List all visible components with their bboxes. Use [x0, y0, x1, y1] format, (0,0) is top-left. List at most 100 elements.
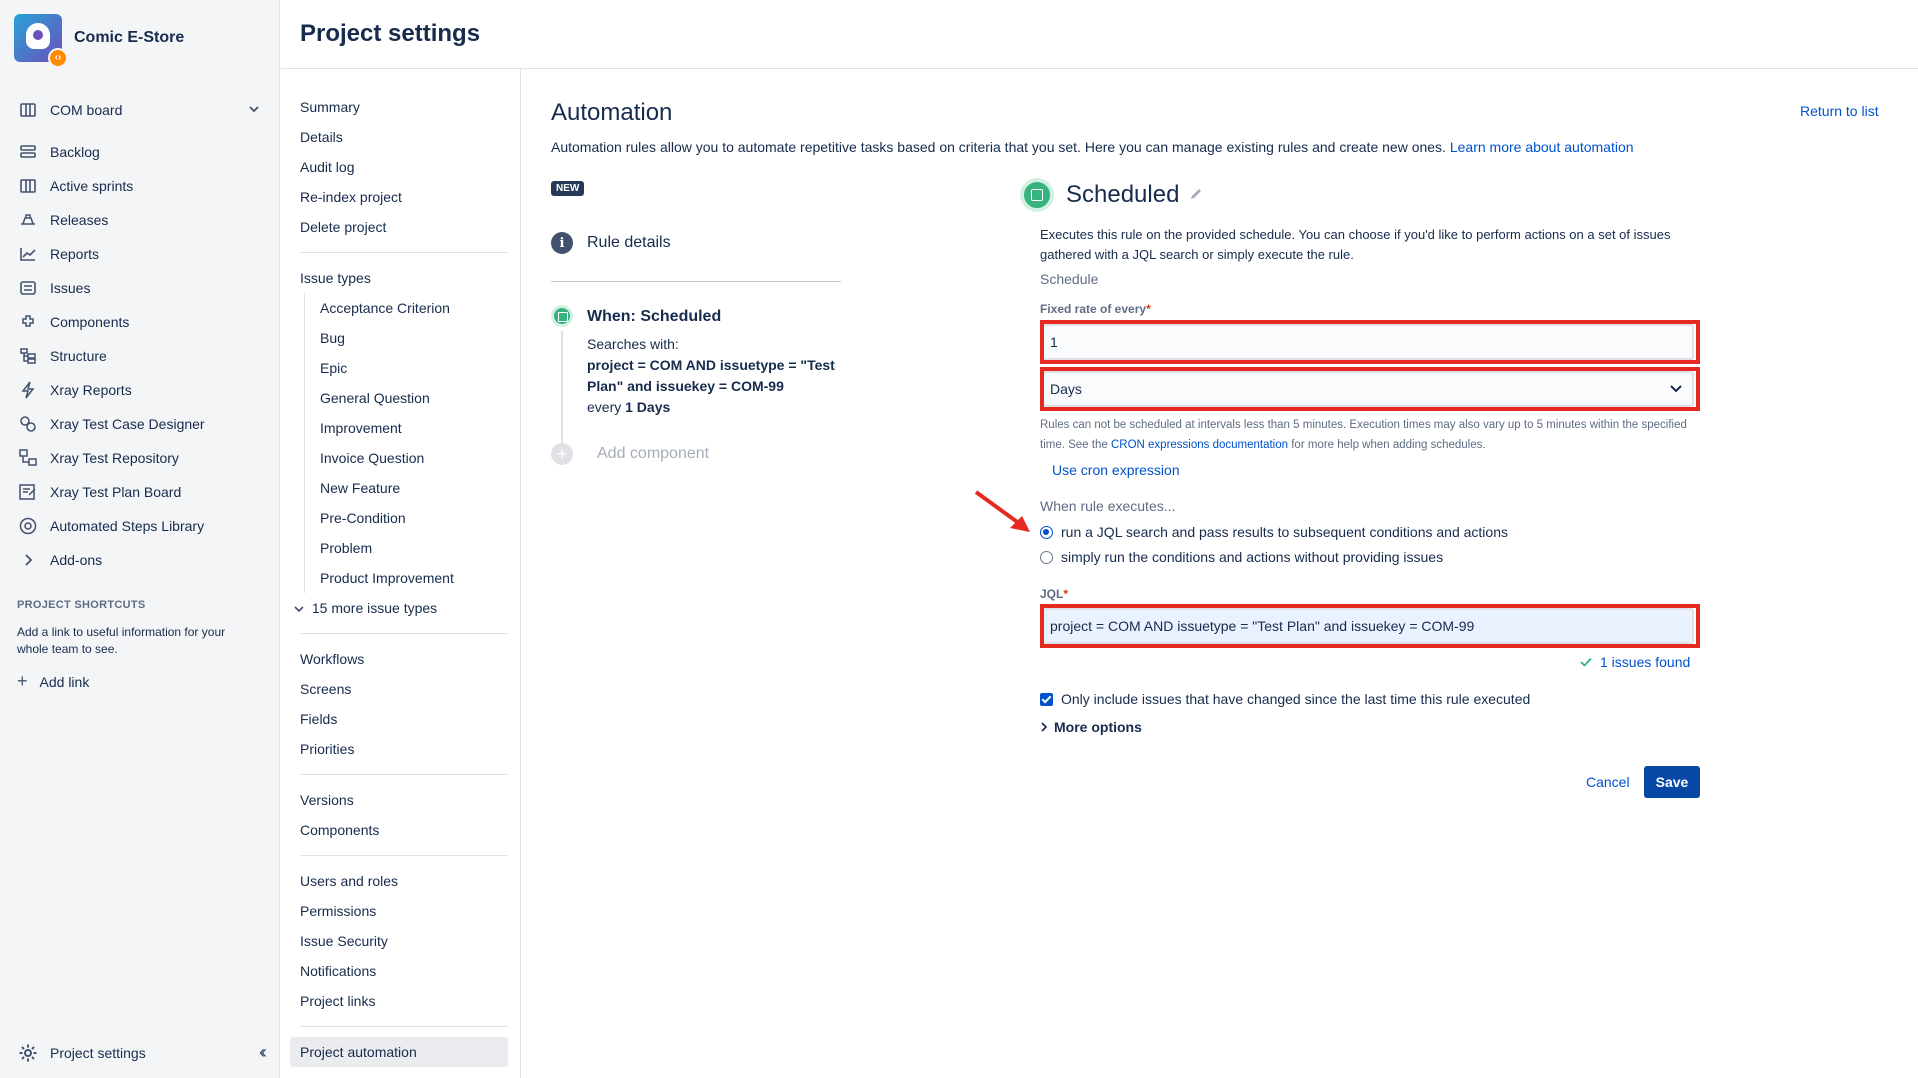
chevron-right-icon [1040, 719, 1048, 735]
sidebar-item-releases[interactable]: Releases [0, 203, 279, 237]
rule-details-item[interactable]: i Rule details [551, 232, 671, 254]
rule-details-label: Rule details [587, 234, 671, 251]
project-header[interactable]: ‹› Comic E-Store [14, 14, 184, 68]
cron-docs-link[interactable]: CRON expressions documentation [1111, 439, 1288, 451]
subnav-issue-type[interactable]: Invoice Question [290, 443, 508, 473]
sidebar-item-active-sprints[interactable]: Active sprints [0, 169, 279, 203]
subnav-item-delete-project[interactable]: Delete project [290, 212, 508, 242]
sidebar-item-xray-reports[interactable]: Xray Reports [0, 373, 279, 407]
required-marker: * [1063, 587, 1069, 601]
rule-details-divider [551, 281, 841, 282]
xray-reports-icon [18, 380, 38, 400]
subnav-item-users-and-roles[interactable]: Users and roles [290, 866, 508, 896]
radio-run-without-issues[interactable]: simply run the conditions and actions wi… [1040, 549, 1443, 565]
sidebar-nav: COM board Backlog Active sprints Release… [0, 93, 279, 577]
project-avatar: ‹› [14, 14, 68, 68]
add-component-button[interactable]: + Add component [551, 443, 709, 465]
subnav-item-priorities[interactable]: Priorities [290, 734, 508, 764]
schedule-icon [1020, 178, 1054, 212]
subnav-issue-type[interactable]: Acceptance Criterion [290, 293, 508, 323]
subnav-item-project-links[interactable]: Project links [290, 986, 508, 1016]
xray-repository-icon [18, 448, 38, 468]
sidebar-item-components[interactable]: Components [0, 305, 279, 339]
sidebar-item-xray-test-plan-board[interactable]: Xray Test Plan Board [0, 475, 279, 509]
backlog-icon [18, 142, 38, 162]
subnav-issue-type[interactable]: Product Improvement [290, 563, 508, 593]
jql-label: JQL* [1040, 587, 1068, 601]
pencil-icon[interactable] [1189, 187, 1203, 204]
return-to-list-link[interactable]: Return to list [1800, 103, 1879, 119]
radio-unselected-icon[interactable] [1040, 550, 1053, 564]
searches-with-label: Searches with: [587, 336, 679, 352]
gear-icon [18, 1043, 38, 1063]
subnav-item-summary[interactable]: Summary [290, 92, 508, 122]
subnav-issue-type[interactable]: General Question [290, 383, 508, 413]
sidebar-item-com-board[interactable]: COM board [0, 93, 279, 127]
subnav-item-project-automation[interactable]: Project automation [290, 1037, 508, 1067]
check-icon [1580, 654, 1592, 670]
subnav-issue-type[interactable]: Problem [290, 533, 508, 563]
scheduled-title: Scheduled [1066, 181, 1180, 208]
sidebar-item-label: Issues [50, 280, 91, 296]
subnav-item-details[interactable]: Details [290, 122, 508, 152]
trigger-title: When: Scheduled [587, 308, 722, 325]
add-link-button[interactable]: + Add link [17, 671, 89, 692]
schedule-section-label: Schedule [1040, 271, 1099, 287]
code-badge-icon: ‹› [48, 48, 68, 68]
sidebar-item-reports[interactable]: Reports [0, 237, 279, 271]
sprints-icon [18, 176, 38, 196]
sidebar-item-label: Xray Test Repository [50, 450, 179, 466]
learn-more-link[interactable]: Learn more about automation [1450, 139, 1634, 155]
subnav-issue-type[interactable]: Improvement [290, 413, 508, 443]
subnav-item-workflows[interactable]: Workflows [290, 644, 508, 674]
radio-run-jql[interactable]: run a JQL search and pass results to sub… [1040, 524, 1508, 540]
subnav-item-reindex-project[interactable]: Re-index project [290, 182, 508, 212]
collapse-sidebar-icon[interactable]: ‹‹ [259, 1042, 267, 1063]
subnav-issue-type[interactable]: Pre-Condition [290, 503, 508, 533]
chevron-down-icon[interactable] [249, 101, 259, 117]
more-options-toggle[interactable]: More options [1040, 719, 1142, 735]
sidebar-item-xray-test-case-designer[interactable]: Xray Test Case Designer [0, 407, 279, 441]
issues-found-link[interactable]: 1 issues found [1580, 654, 1690, 670]
sidebar-item-automated-steps-library[interactable]: Automated Steps Library [0, 509, 279, 543]
cancel-button[interactable]: Cancel [1578, 766, 1638, 798]
new-badge: NEW [551, 181, 585, 196]
only-changed-issues-checkbox[interactable]: Only include issues that have changed si… [1040, 691, 1530, 707]
sidebar-item-xray-test-repository[interactable]: Xray Test Repository [0, 441, 279, 475]
releases-icon [18, 210, 38, 230]
subnav-issue-type[interactable]: Epic [290, 353, 508, 383]
scheduled-description: Executes this rule on the provided sched… [1040, 227, 1671, 262]
subnav-divider [300, 1026, 508, 1027]
board-icon [18, 100, 38, 120]
save-button[interactable]: Save [1644, 766, 1700, 798]
component-connector [561, 331, 563, 451]
subnav-item-fields[interactable]: Fields [290, 704, 508, 734]
issues-found-label: 1 issues found [1600, 654, 1691, 670]
subnav-issue-type[interactable]: Bug [290, 323, 508, 353]
shortcuts-heading: PROJECT SHORTCUTS [17, 599, 146, 611]
sidebar-item-structure[interactable]: Structure [0, 339, 279, 373]
info-icon: i [551, 232, 573, 254]
sidebar-item-backlog[interactable]: Backlog [0, 135, 279, 169]
subnav-item-screens[interactable]: Screens [290, 674, 508, 704]
subnav-item-permissions[interactable]: Permissions [290, 896, 508, 926]
highlight-box [1040, 320, 1700, 364]
radio-run-without-issues-label: simply run the conditions and actions wi… [1061, 549, 1444, 565]
plus-icon: + [17, 671, 28, 691]
subnav-item-notifications[interactable]: Notifications [290, 956, 508, 986]
sidebar-item-issues[interactable]: Issues [0, 271, 279, 305]
fixed-rate-label-text: Fixed rate of every [1040, 302, 1147, 316]
sidebar-item-add-ons[interactable]: Add-ons [0, 543, 279, 577]
subnav-item-audit-log[interactable]: Audit log [290, 152, 508, 182]
subnav-item-versions[interactable]: Versions [290, 785, 508, 815]
more-issue-types-toggle[interactable]: 15 more issue types [290, 593, 508, 623]
subnav-issue-type[interactable]: New Feature [290, 473, 508, 503]
subnav-item-issue-types[interactable]: Issue types [290, 263, 508, 293]
radio-selected-icon[interactable] [1040, 525, 1053, 539]
subnav-item-components[interactable]: Components [290, 815, 508, 845]
sidebar-item-label: Components [50, 314, 130, 330]
subnav-item-issue-security[interactable]: Issue Security [290, 926, 508, 956]
sidebar-item-project-settings[interactable]: Project settings ‹‹ [18, 1042, 267, 1063]
use-cron-expression-link[interactable]: Use cron expression [1052, 462, 1180, 478]
checkbox-checked-icon[interactable] [1040, 692, 1053, 706]
